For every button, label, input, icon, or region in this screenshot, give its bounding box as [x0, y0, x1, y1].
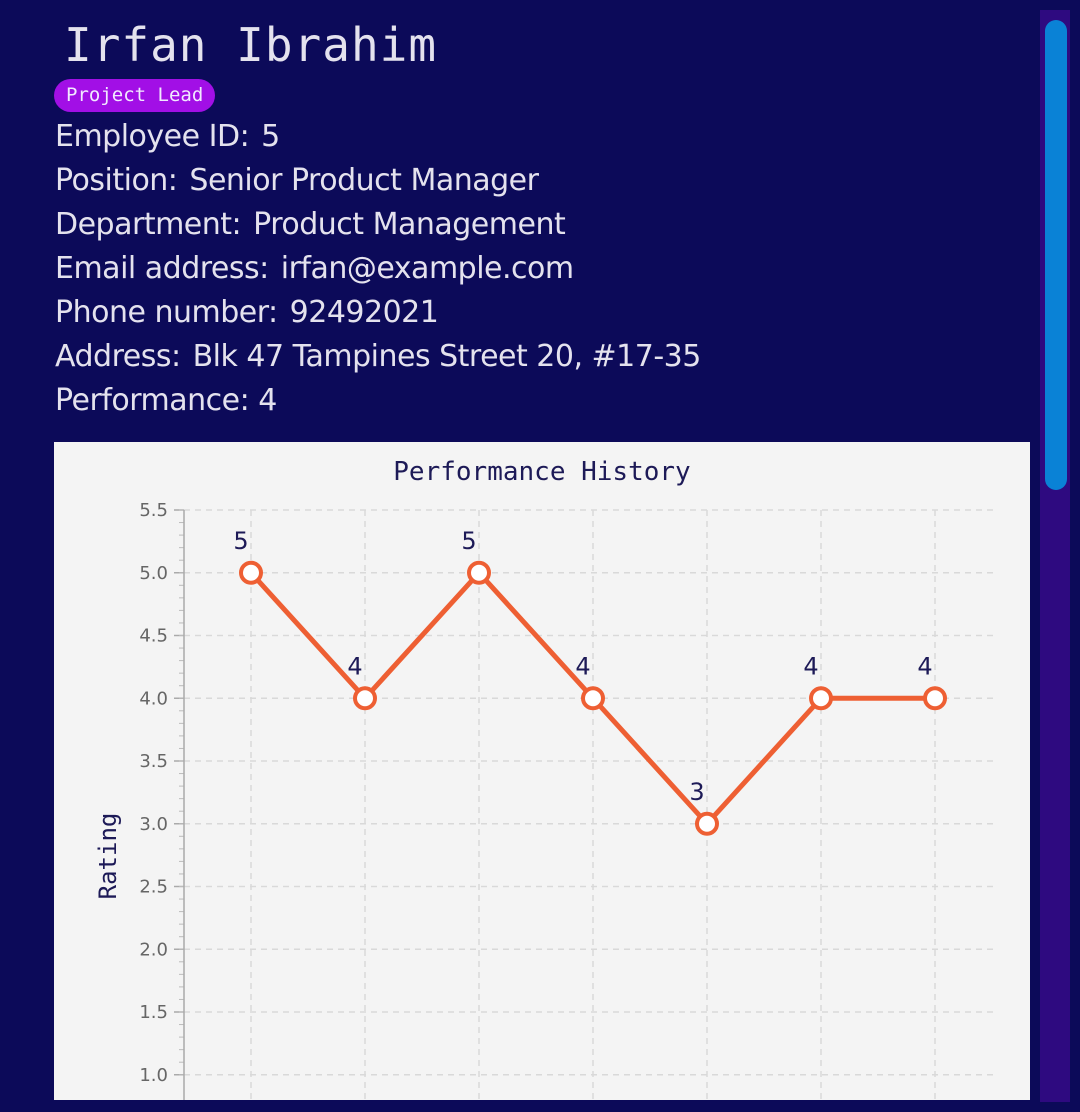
employee-name: Irfan Ibrahim [64, 18, 438, 72]
data-label: 4 [575, 652, 590, 680]
position-label: Position: [55, 163, 178, 198]
email-address-row: Email address: irfan@example.com [55, 249, 574, 289]
chart-title: Performance History [393, 457, 690, 487]
y-tick-label: 1.0 [139, 1065, 168, 1086]
performance-chart-svg: Performance History Rating 1.0 1.5 2.0 2.5 3.0… [94, 457, 998, 1100]
data-point [695, 811, 719, 836]
y-tick-label: 5.0 [139, 563, 168, 584]
address-value: Blk 47 Tampines Street 20, #17-35 [192, 339, 702, 374]
employee-id-row: Employee ID: 5 [55, 117, 280, 157]
employee-id-label: Employee ID: [55, 119, 250, 154]
email-address-label: Email address: [55, 251, 269, 286]
data-point [239, 560, 263, 585]
department-label: Department: [55, 207, 242, 242]
y-tick-label: 4.0 [139, 688, 168, 709]
data-label: 4 [347, 652, 362, 680]
data-label: 5 [461, 527, 476, 555]
y-tick-label: 3.5 [139, 751, 168, 772]
data-label: 4 [917, 652, 932, 680]
employee-id-value: 5 [261, 119, 280, 154]
data-label: 4 [803, 652, 818, 680]
address-row: Address: Blk 47 Tampines Street 20, #17-3… [55, 337, 701, 377]
role-tag: Project Lead [54, 79, 216, 112]
data-label: 3 [689, 778, 704, 806]
data-point [353, 686, 377, 711]
email-address-value: irfan@example.com [280, 251, 574, 286]
y-tick-label: 2.0 [139, 939, 168, 960]
performance-label: Performance: [55, 383, 250, 418]
department-value: Product Management [253, 207, 566, 242]
phone-number-label: Phone number: [55, 295, 278, 330]
y-tick-label: 1.5 [139, 1002, 168, 1023]
position-row: Position: Senior Product Manager [55, 161, 539, 201]
data-point [467, 560, 491, 585]
performance-value: 4 [258, 383, 277, 418]
scrollbar-thumb[interactable] [1045, 20, 1067, 490]
y-tick-label: 4.5 [139, 626, 168, 647]
address-label: Address: [55, 339, 181, 374]
department-row: Department: Product Management [55, 205, 566, 245]
phone-number-value: 92492021 [289, 295, 439, 330]
data-point [581, 686, 605, 711]
data-point [809, 686, 833, 711]
y-tick-label: 2.5 [139, 877, 168, 898]
data-point [923, 686, 947, 711]
position-value: Senior Product Manager [189, 163, 539, 198]
performance-row: Performance: 4 [55, 381, 277, 421]
y-tick-label: 5.5 [139, 500, 168, 521]
data-label: 5 [233, 527, 248, 555]
y-tick-label: 3.0 [139, 814, 168, 835]
y-axis-label: Rating [94, 813, 122, 900]
performance-chart: Performance History Rating 1.0 1.5 2.0 2.5 3.0… [54, 442, 1030, 1100]
phone-number-row: Phone number: 92492021 [55, 293, 439, 333]
